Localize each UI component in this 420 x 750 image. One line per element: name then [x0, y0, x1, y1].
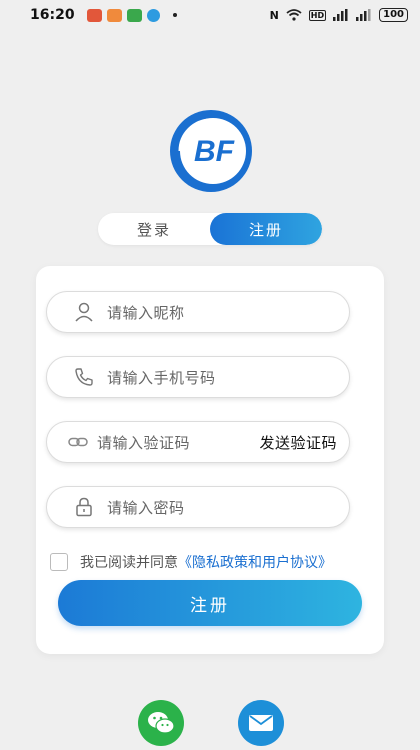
password-placeholder: 请输入密码 — [107, 498, 185, 517]
hd-badge: HD — [308, 9, 327, 21]
app-notification-icon — [126, 8, 142, 22]
tab-register[interactable]: 注册 — [210, 213, 322, 245]
phone-field[interactable]: 请输入手机号码 — [46, 356, 350, 398]
verification-code-field[interactable]: 请输入验证码 发送验证码 — [46, 421, 350, 463]
status-time: 16:20 — [30, 7, 75, 23]
bf-logo: BF — [170, 110, 252, 192]
nfc-icon: N — [269, 8, 279, 22]
wifi-icon — [286, 9, 302, 21]
nickname-field[interactable]: 请输入昵称 — [46, 291, 350, 333]
app-notification-icon — [86, 8, 102, 22]
app-notification-icon — [106, 8, 122, 22]
register-submit-button[interactable]: 注册 — [58, 580, 362, 626]
phone-placeholder: 请输入手机号码 — [107, 368, 216, 387]
privacy-policy-link[interactable]: 《隐私政策和用户协议》 — [178, 552, 332, 572]
nickname-placeholder: 请输入昵称 — [107, 303, 185, 322]
more-notifications-icon — [172, 13, 177, 17]
user-icon — [75, 302, 93, 322]
auth-tab-switch: 登录 注册 — [98, 213, 322, 245]
status-right: N HD 100 — [270, 8, 408, 22]
lock-icon — [76, 497, 92, 517]
send-code-button[interactable]: 发送验证码 — [259, 432, 337, 453]
code-placeholder: 请输入验证码 — [97, 433, 191, 452]
agree-text: 我已阅读并同意 — [80, 555, 178, 571]
status-bar: 16:20 N HD 100 — [0, 0, 420, 30]
phone-icon — [75, 368, 93, 386]
email-login-button[interactable] — [238, 700, 284, 746]
battery-indicator: 100 — [379, 8, 408, 22]
logo-text: BF — [194, 135, 235, 168]
register-form-card: 请输入昵称 请输入手机号码 请输入验证码 发送验证码 请输入密码 我已阅读并同意… — [36, 266, 384, 654]
notification-icons — [86, 8, 177, 22]
tab-login[interactable]: 登录 — [98, 213, 210, 245]
signal-icon — [333, 9, 348, 21]
agree-checkbox[interactable] — [50, 553, 68, 571]
mail-icon — [249, 715, 273, 731]
wechat-icon — [148, 712, 175, 734]
password-field[interactable]: 请输入密码 — [46, 486, 350, 528]
wechat-login-button[interactable] — [138, 700, 184, 746]
telegram-icon — [146, 8, 160, 22]
link-icon — [68, 437, 88, 447]
signal-icon-2 — [356, 9, 371, 21]
agreement-row: 我已阅读并同意 《隐私政策和用户协议》 — [50, 552, 332, 572]
